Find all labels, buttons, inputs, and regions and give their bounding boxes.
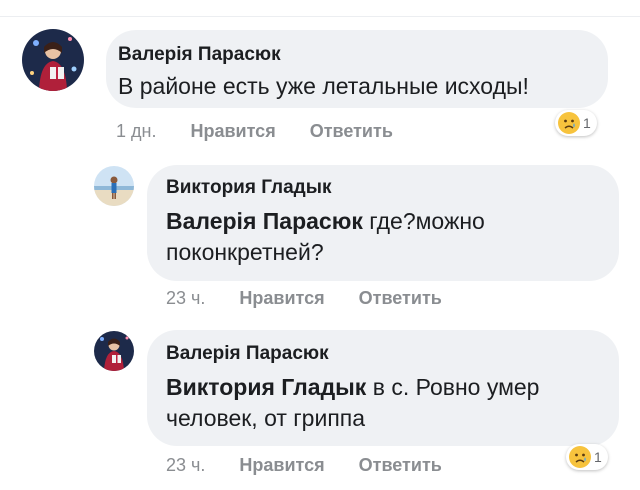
reaction-count: 1 [594,449,602,465]
avatar-photo-icon [94,331,134,371]
avatar[interactable] [22,29,84,91]
comment-author[interactable]: Виктория Гладык [166,177,331,199]
reply-button[interactable]: Ответить [310,121,393,142]
reaction-badge[interactable]: 1 [555,110,597,136]
comment-actions: 23 ч. Нравится Ответить [166,288,476,309]
comment-text-line: где?можно [362,208,485,234]
like-button[interactable]: Нравится [239,455,324,476]
sad-face-icon [558,112,580,134]
comment-time[interactable]: 23 ч. [166,455,205,476]
divider [0,16,640,17]
sad-face-icon [569,446,591,468]
comment-text: В районе есть уже летальные исходы! [118,73,529,99]
comment-actions: 1 дн. Нравится Ответить [116,121,427,142]
comment-thread: Валерія Парасюк В районе есть уже леталь… [0,0,640,490]
avatar[interactable] [94,166,134,206]
comment-text-line: поконкретней? [166,239,324,265]
reaction-badge[interactable]: 1 [566,444,608,470]
avatar-photo-icon [94,166,134,206]
like-button[interactable]: Нравится [239,288,324,309]
reply-button[interactable]: Ответить [359,288,442,309]
like-button[interactable]: Нравится [190,121,275,142]
comment-actions: 23 ч. Нравится Ответить [166,455,476,476]
avatar[interactable] [94,331,134,371]
reply-button[interactable]: Ответить [359,455,442,476]
comment-text: Виктория Гладык в с. Ровно умер человек, … [166,372,606,434]
comment-author[interactable]: Валерія Парасюк [118,44,281,66]
avatar-photo-icon [22,29,84,91]
comment-time[interactable]: 23 ч. [166,288,205,309]
reaction-count: 1 [583,115,591,131]
mention-link[interactable]: Виктория Гладык [166,374,366,400]
comment-text: Валерія Парасюк где?можно поконкретней? [166,206,606,268]
comment-time[interactable]: 1 дн. [116,121,156,142]
mention-link[interactable]: Валерія Парасюк [166,208,363,234]
comment-text-line: человек, от гриппа [166,405,366,431]
comment-author[interactable]: Валерія Парасюк [166,343,329,365]
comment-text-line: в с. Ровно умер [366,374,540,400]
